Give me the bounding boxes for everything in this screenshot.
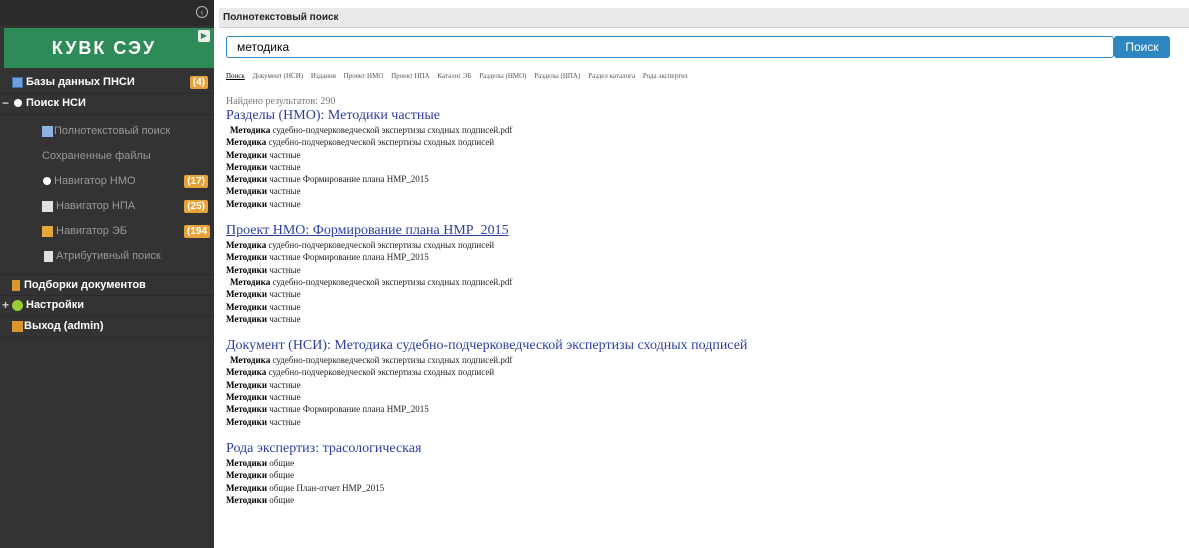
brand-title: КУВК СЭУ xyxy=(51,38,157,58)
result-line: Методики частные Формирование плана НМР_… xyxy=(226,252,429,263)
result-group-title[interactable]: Проект НМО: Формирование плана НМР_2015 xyxy=(226,223,747,239)
result-line: Методики частные Формирование плана НМР_… xyxy=(226,404,429,415)
sidebar-item-label: Выход (admin) xyxy=(24,320,104,332)
tab-sections-npa[interactable]: Разделы (НПА) xyxy=(534,72,580,80)
sidebar-item-search-nsi[interactable]: − Поиск НСИ xyxy=(0,93,214,115)
sidebar-item-label: Полнотекстовый поиск xyxy=(54,125,171,137)
result-line: Методика судебно-подчерковедческой экспе… xyxy=(226,367,495,378)
gear-icon xyxy=(12,300,23,311)
expand-toggle-icon[interactable]: + xyxy=(2,298,9,312)
result-line: Методика судебно-подчерковедческой экспе… xyxy=(226,137,495,148)
sidebar-item-logout[interactable]: Выход (admin) xyxy=(0,316,214,338)
sidebar-item-label: Сохраненные файлы xyxy=(42,150,151,162)
tab-search[interactable]: Поиск xyxy=(226,72,245,80)
result-group: Проект НМО: Формирование плана НМР_2015 … xyxy=(226,223,747,325)
sidebar-item-label: Подборки документов xyxy=(24,279,146,291)
result-line: Методики общие xyxy=(226,494,295,505)
result-line: Методики частные xyxy=(226,161,301,172)
tab-expertise-types[interactable]: Рода экспертиз xyxy=(643,72,688,80)
result-group-title[interactable]: Разделы (НМО): Методики частные xyxy=(226,108,747,124)
search-button[interactable]: Поиск xyxy=(1114,36,1170,58)
tab-document-nsi[interactable]: Документ (НСИ) xyxy=(253,72,304,80)
count-badge: (194 xyxy=(183,225,210,238)
main-panel: Полнотекстовый поиск Поиск Поиск Докумен… xyxy=(219,0,1189,548)
result-line: Методики частные xyxy=(226,289,301,300)
book-icon xyxy=(12,280,20,291)
result-line: Методики частные xyxy=(226,392,301,403)
result-line: Методики общие План-отчет НМР_2015 xyxy=(226,482,385,493)
result-group-title[interactable]: Рода экспертиз: трасологическая xyxy=(226,441,747,457)
collapse-sidebar-icon[interactable]: ‹ xyxy=(196,6,208,18)
tab-project-nmo[interactable]: Проект НМО xyxy=(344,72,384,80)
brand-arrow-icon[interactable]: ▶ xyxy=(198,30,210,42)
sidebar: ‹ КУВК СЭУ ▶ Базы данных ПНСИ (4) − Поис… xyxy=(0,0,214,548)
folder-icon xyxy=(42,226,53,237)
sidebar-item-label: Поиск НСИ xyxy=(26,97,86,109)
count-badge: (17) xyxy=(184,175,208,188)
results-count: Найдено результатов: 290 xyxy=(226,96,336,107)
result-line: Методики частные xyxy=(226,416,301,427)
search-icon xyxy=(14,99,22,107)
result-group-title[interactable]: Документ (НСИ): Методика судебно-подчерк… xyxy=(226,338,747,354)
document-search-icon xyxy=(42,126,53,137)
result-line: Методики частные xyxy=(226,198,301,209)
result-line: Методики частные xyxy=(226,264,301,275)
result-tabs: Поиск Документ (НСИ) Издания Проект НМО … xyxy=(226,72,694,80)
result-line: Методика судебно-подчерковедческой экспе… xyxy=(230,355,513,366)
sidebar-item-navigator-eb[interactable]: Навигатор ЭБ (194 xyxy=(0,221,214,243)
result-line: Методика судебно-подчерковедческой экспе… xyxy=(226,240,495,251)
sidebar-top-bar: ‹ xyxy=(0,0,214,26)
page-title: Полнотекстовый поиск xyxy=(223,12,339,23)
sidebar-item-saved-files[interactable]: Сохраненные файлы xyxy=(0,146,214,168)
search-input[interactable] xyxy=(226,36,1114,58)
sidebar-item-navigator-npa[interactable]: Навигатор НПА (25) xyxy=(0,196,214,218)
sidebar-item-label: Навигатор ЭБ xyxy=(56,225,128,237)
sidebar-item-attribute-search[interactable]: Атрибутивный поиск xyxy=(0,246,214,268)
tab-sections-nmo[interactable]: Разделы (НМО) xyxy=(479,72,526,80)
result-line: Методики частные Формирование плана НМР_… xyxy=(226,174,429,185)
result-line: Методика судебно-подчерковедческой экспе… xyxy=(230,125,513,135)
search-icon xyxy=(43,177,51,185)
database-icon xyxy=(12,77,23,88)
result-line: Методики общие xyxy=(226,457,295,468)
sidebar-item-label: Базы данных ПНСИ xyxy=(26,76,135,88)
count-badge: (25) xyxy=(184,200,208,213)
result-line: Методики частные xyxy=(226,301,301,312)
count-badge: (4) xyxy=(189,76,208,89)
attribute-icon xyxy=(44,251,53,262)
sidebar-item-collections[interactable]: Подборки документов xyxy=(0,274,214,296)
sidebar-item-navigator-nmo[interactable]: Навигатор НМО (17) xyxy=(0,171,214,193)
sidebar-item-settings[interactable]: + Настройки xyxy=(0,295,214,317)
result-line: Методики частные xyxy=(226,186,301,197)
result-line: Методики частные xyxy=(226,313,301,324)
sidebar-item-label: Навигатор НПА xyxy=(56,200,136,212)
tab-editions[interactable]: Издания xyxy=(311,72,336,80)
result-line: Методики общие xyxy=(226,470,295,481)
result-line: Методика судебно-подчерковедческой экспе… xyxy=(230,276,513,287)
tab-catalog-eb[interactable]: Каталог ЭБ xyxy=(437,72,471,80)
tab-project-npa[interactable]: Проект НПА xyxy=(391,72,430,80)
sidebar-item-fulltext-search[interactable]: Полнотекстовый поиск xyxy=(0,121,214,143)
result-group: Рода экспертиз: трасологическая Методики… xyxy=(226,441,747,506)
collapse-toggle-icon[interactable]: − xyxy=(2,96,9,110)
sidebar-item-label: Атрибутивный поиск xyxy=(56,250,161,262)
header-bar: Полнотекстовый поиск xyxy=(219,8,1189,28)
result-group: Документ (НСИ): Методика судебно-подчерк… xyxy=(226,338,747,428)
tab-catalog-section[interactable]: Раздел каталога xyxy=(588,72,635,80)
result-line: Методики частные xyxy=(226,149,301,160)
search-results: Найдено результатов: 290 Разделы (НМО): … xyxy=(226,96,747,519)
result-group: Разделы (НМО): Методики частные Методика… xyxy=(226,108,747,210)
sidebar-item-label: Настройки xyxy=(26,299,85,311)
exit-icon xyxy=(12,321,23,332)
sidebar-item-label: Навигатор НМО xyxy=(54,175,136,187)
result-line: Методики частные xyxy=(226,379,301,390)
brand-banner: КУВК СЭУ ▶ xyxy=(4,28,214,68)
document-icon xyxy=(42,201,53,212)
sidebar-item-databases[interactable]: Базы данных ПНСИ (4) xyxy=(0,72,214,94)
